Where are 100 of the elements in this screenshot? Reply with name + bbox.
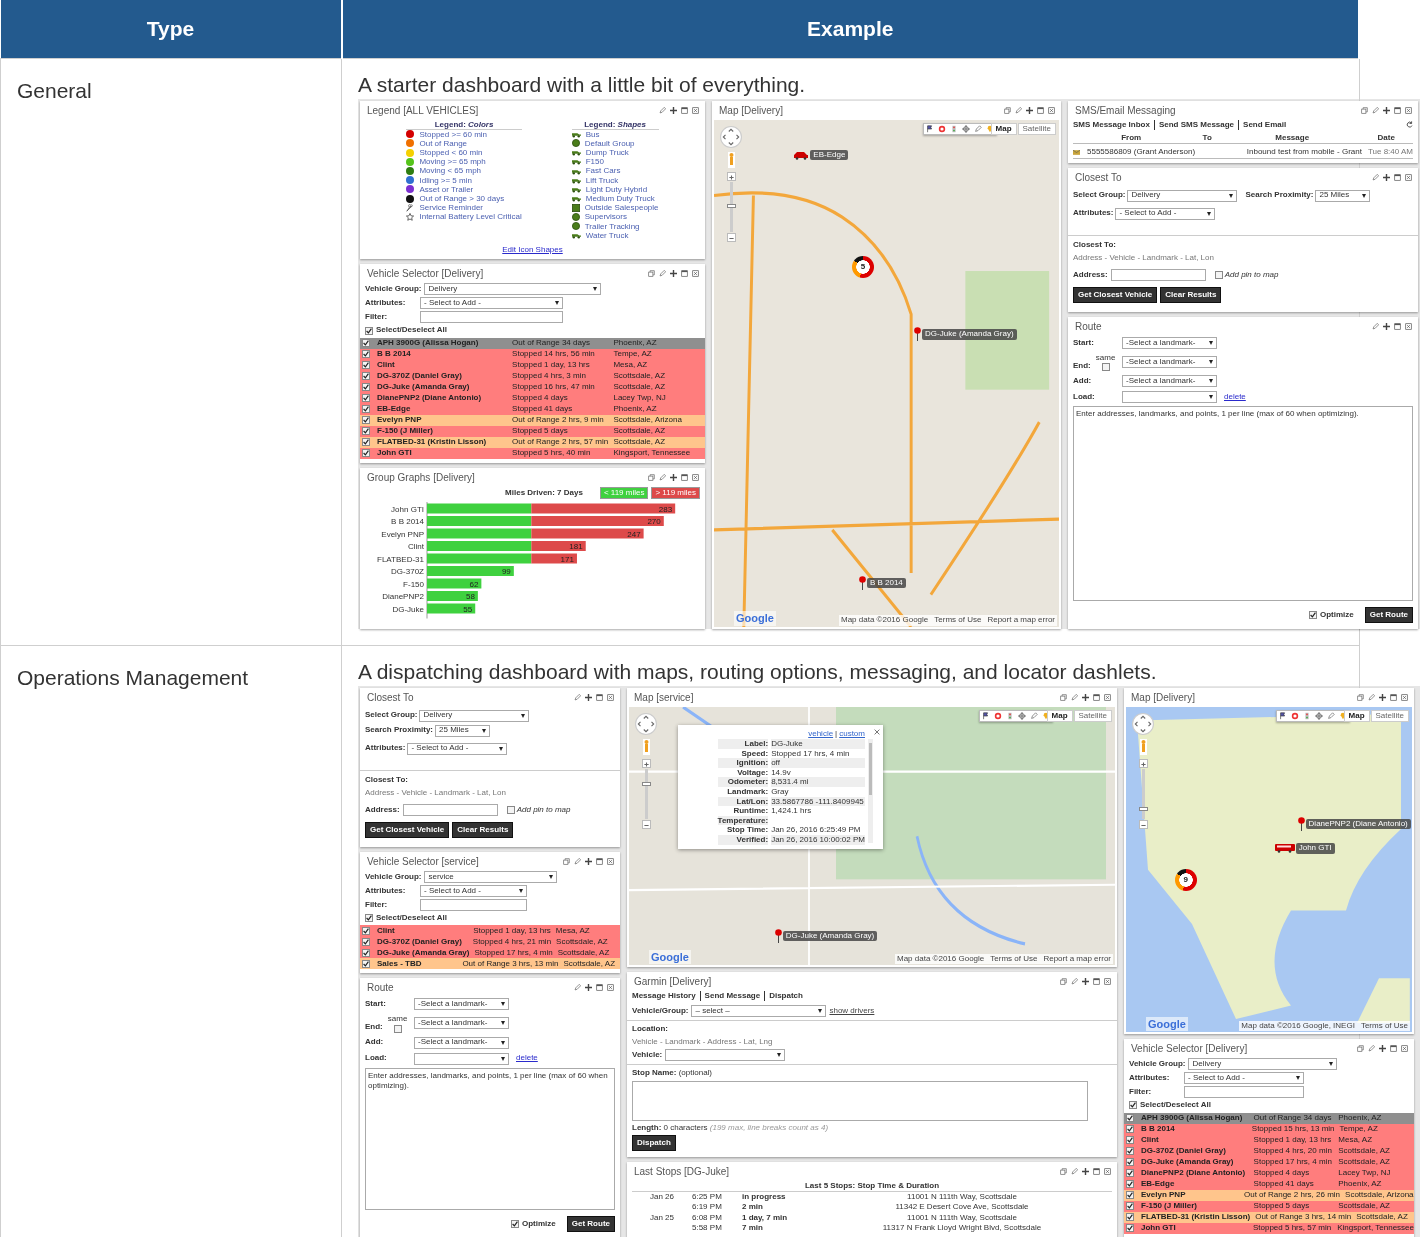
route-textarea[interactable]: Enter addresses, landmarks, and points, 1 per line (max of 60 when optimizing). [1073, 406, 1413, 601]
option-links[interactable]: Address - Vehicle - Landmark - Lat, Lon [1073, 253, 1413, 264]
vehicle-row[interactable]: Clint Stopped 1 day, 13 hrs Mesa, AZ [360, 359, 705, 371]
checkbox[interactable] [362, 361, 370, 370]
checkbox[interactable] [362, 339, 370, 348]
report-link[interactable]: Report a map error [987, 615, 1055, 626]
close-icon[interactable] [1104, 978, 1111, 985]
checkbox[interactable] [365, 326, 373, 335]
move-icon[interactable] [1082, 693, 1089, 701]
dropdown[interactable]: - Select to Add - [420, 297, 563, 310]
tab-link[interactable]: SMS Message Inbox [1073, 119, 1155, 130]
vehicle-row[interactable]: APH 3900G (Alissa Hogan) Out of Range 34 days Phoenix, AZ [1124, 1112, 1414, 1124]
checkbox[interactable] [506, 806, 515, 815]
checkbox[interactable] [362, 937, 370, 946]
close-icon[interactable] [874, 728, 880, 735]
pin-icon[interactable] [858, 575, 866, 590]
checkbox[interactable] [362, 427, 370, 436]
checkbox[interactable] [362, 449, 370, 458]
button[interactable]: Get Route [566, 1215, 615, 1232]
option-links[interactable]: Address - Vehicle - Landmark - Lat, Lon [365, 787, 615, 799]
terms-link[interactable]: Terms of Use [1360, 1020, 1408, 1032]
close-icon[interactable] [1048, 106, 1055, 114]
zoom-thumb[interactable] [1138, 806, 1148, 811]
copy-icon[interactable] [1357, 693, 1364, 701]
button[interactable]: Clear Results [1160, 287, 1222, 304]
filter-field[interactable] [1184, 1086, 1304, 1099]
move-icon[interactable] [1026, 106, 1033, 114]
maximize-icon[interactable] [681, 270, 688, 278]
dropdown[interactable]: – select – [691, 1005, 827, 1018]
pencil-icon[interactable] [1071, 693, 1078, 701]
close-icon[interactable] [1104, 693, 1111, 701]
button[interactable]: Clear Results [452, 822, 514, 838]
close-icon[interactable] [1405, 106, 1412, 114]
pencil-icon[interactable] [659, 270, 666, 278]
checkbox[interactable] [1126, 1136, 1134, 1144]
person-icon[interactable] [727, 151, 735, 168]
move-icon[interactable] [585, 857, 592, 865]
traffic-light-icon[interactable] [1006, 711, 1014, 720]
maximize-icon[interactable] [1093, 693, 1100, 701]
close-icon[interactable] [1405, 323, 1412, 331]
checkbox[interactable] [1126, 1180, 1134, 1188]
zoom-slider[interactable] [1138, 758, 1148, 829]
zoom-in-icon[interactable] [1139, 760, 1147, 768]
copy-icon[interactable] [1004, 106, 1011, 114]
dropdown[interactable]: -Select a landmark- [414, 998, 509, 1011]
dropdown[interactable]: Delivery [424, 283, 602, 296]
checkbox[interactable] [365, 914, 373, 923]
move-icon[interactable] [1379, 693, 1386, 701]
move-icon[interactable] [670, 473, 677, 481]
person-icon[interactable] [642, 738, 650, 755]
traffic-light-icon[interactable] [1303, 711, 1311, 720]
vehicle-row[interactable]: John GTI Stopped 5 hrs, 57 min Kingsport, Tennessee [1124, 1222, 1414, 1234]
crosshair-icon[interactable] [962, 124, 970, 133]
move-icon[interactable] [670, 106, 677, 114]
vehicle-row[interactable]: FLATBED-31 (Kristin Lisson) Out of Range 2 hrs, 57 min Scottsdale, AZ [360, 436, 705, 448]
dropdown[interactable] [1122, 391, 1217, 404]
pencil-icon[interactable] [1015, 106, 1022, 114]
checkbox[interactable] [362, 383, 370, 392]
maximize-icon[interactable] [1390, 1045, 1397, 1053]
vehicle-row[interactable]: Evelyn PNP Out of Range 2 hrs, 9 min Scottsdale, Arizona [360, 414, 705, 426]
pencil-icon[interactable] [574, 857, 581, 865]
show-drivers-link[interactable]: show drivers [829, 1006, 875, 1017]
dropdown[interactable]: Delivery [1188, 1058, 1337, 1071]
vehicle-row[interactable]: F-150 (J Miller) Stopped 5 days Scottsdale, AZ [1124, 1200, 1414, 1212]
zoom-thumb[interactable] [726, 203, 736, 208]
vehicle-row[interactable]: DG-Juke (Amanda Gray) Stopped 16 hrs, 47 min Scottsdale, AZ [360, 381, 705, 393]
zoom-slider[interactable] [641, 758, 651, 829]
vehicle-row[interactable]: EB-Edge Stopped 41 days Phoenix, AZ [360, 403, 705, 415]
checkbox[interactable] [1126, 1114, 1134, 1122]
checkbox[interactable] [362, 394, 370, 403]
maximize-icon[interactable] [1394, 323, 1401, 331]
checkbox[interactable] [362, 416, 370, 425]
pencil-icon[interactable] [1030, 711, 1038, 720]
dropdown[interactable]: Delivery [419, 709, 530, 722]
dropdown[interactable]: - Select to Add - [407, 742, 508, 755]
vehicle-row[interactable]: Evelyn PNP Out of Range 2 hrs, 26 min Scottsdale, Arizona [1124, 1189, 1414, 1201]
close-icon[interactable] [607, 984, 614, 992]
checkbox[interactable] [362, 959, 370, 968]
vehicle-row[interactable]: B B 2014 Stopped 14 hrs, 56 min Tempe, AZ [360, 348, 705, 360]
tab-link[interactable]: Send Message [700, 991, 766, 1002]
pencil-icon[interactable] [1372, 323, 1379, 331]
checkbox[interactable] [511, 1219, 519, 1228]
vehicle-row[interactable]: B B 2014 Stopped 15 hrs, 13 min Tempe, AZ [1124, 1123, 1414, 1135]
checkbox[interactable] [362, 926, 370, 935]
move-icon[interactable] [585, 693, 592, 701]
close-icon[interactable] [692, 473, 699, 481]
delete-link[interactable]: delete [516, 1053, 538, 1064]
bus-icon[interactable] [1274, 843, 1295, 853]
close-icon[interactable] [692, 270, 699, 278]
tab-link[interactable]: Dispatch [765, 991, 807, 1002]
terms-link[interactable]: Terms of Use [990, 953, 1038, 964]
dropdown[interactable]: -Select a landmark- [1122, 375, 1217, 388]
move-icon[interactable] [1379, 1045, 1386, 1053]
close-icon[interactable] [1401, 1045, 1408, 1053]
vehicle-row[interactable]: Clint Stopped 1 day, 13 hrs Mesa, AZ [1124, 1134, 1414, 1146]
vehicle-row[interactable]: Clint Stopped 1 day, 13 hrs Mesa, AZ [360, 925, 620, 937]
copy-icon[interactable] [648, 473, 655, 481]
checkbox[interactable] [1126, 1191, 1134, 1199]
stop-name-field[interactable] [632, 1080, 1088, 1121]
edit-link[interactable]: Edit Icon Shapes [502, 244, 563, 256]
